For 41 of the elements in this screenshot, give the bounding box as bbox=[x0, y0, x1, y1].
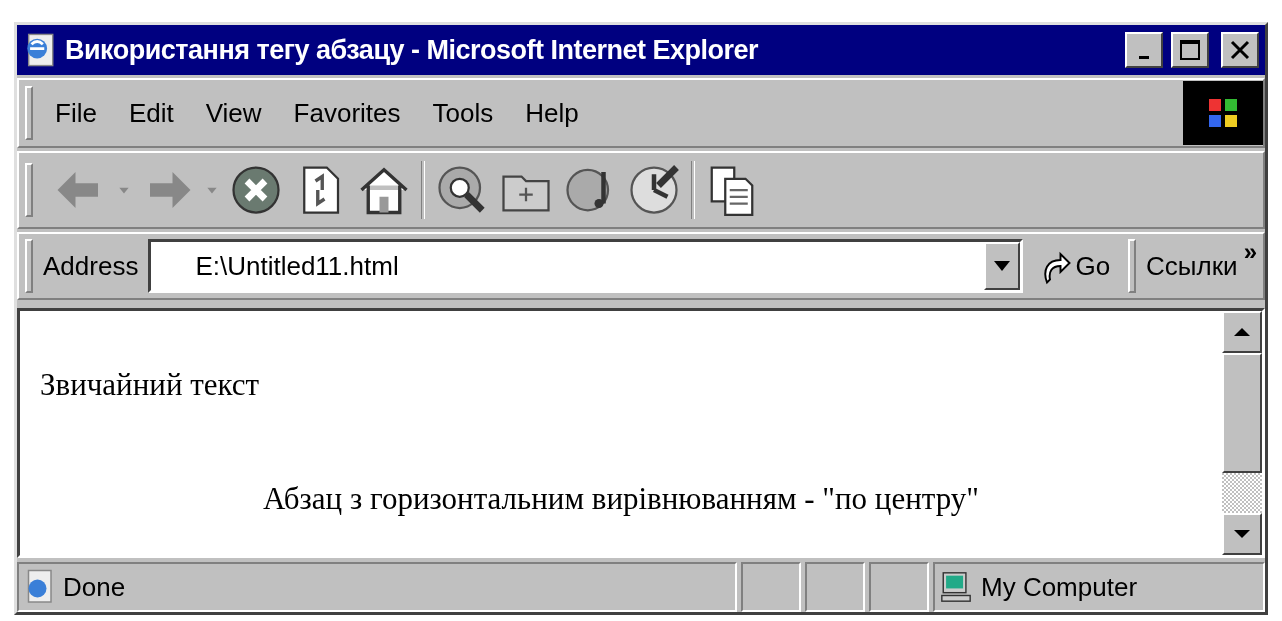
toolbar-grip[interactable] bbox=[25, 163, 33, 217]
scroll-down-button[interactable] bbox=[1222, 513, 1262, 555]
up-arrow-icon bbox=[1233, 327, 1251, 337]
links-button[interactable]: Ссылки bbox=[1146, 250, 1238, 282]
computer-icon bbox=[939, 570, 973, 604]
menu-item[interactable]: Help bbox=[513, 93, 591, 133]
menu-item[interactable]: View bbox=[193, 93, 274, 133]
close-icon bbox=[1228, 38, 1252, 62]
menu-item[interactable]: File bbox=[43, 93, 109, 133]
scroll-track[interactable] bbox=[1222, 473, 1262, 513]
minimize-icon bbox=[1139, 55, 1149, 59]
status-panel bbox=[869, 562, 929, 612]
toolbar-grip[interactable] bbox=[25, 86, 33, 140]
zone-text: My Computer bbox=[981, 571, 1138, 603]
status-panel bbox=[741, 562, 801, 612]
scroll-up-button[interactable] bbox=[1222, 311, 1262, 353]
toolbar-grip[interactable] bbox=[1128, 239, 1137, 293]
status-panel bbox=[805, 562, 865, 612]
window-title: Використання тегу абзацу - Microsoft Internet Explorer bbox=[65, 34, 760, 66]
dropdown-button[interactable] bbox=[984, 242, 1021, 290]
address-label: Address bbox=[43, 250, 139, 282]
clock-icon[interactable] bbox=[627, 163, 681, 217]
scrollbar[interactable] bbox=[1222, 311, 1262, 555]
go-button[interactable]: Go bbox=[1023, 246, 1129, 286]
close-button[interactable] bbox=[1221, 32, 1259, 68]
minimize-button[interactable] bbox=[1125, 32, 1163, 68]
toolbar-grip[interactable] bbox=[25, 239, 33, 293]
paragraph: Абзац з горизонтальним вирівнюванням - "по центру" bbox=[262, 481, 980, 517]
caret-icon bbox=[993, 260, 1012, 272]
maximize-button[interactable] bbox=[1171, 32, 1209, 68]
maximize-icon bbox=[1178, 38, 1202, 62]
menu-item[interactable]: Tools bbox=[420, 93, 506, 133]
menu-item[interactable]: Edit bbox=[116, 93, 186, 133]
down-arrow-icon bbox=[1233, 529, 1251, 539]
address-field[interactable]: E:\Untitled11.html bbox=[148, 239, 1024, 293]
scroll-thumb[interactable] bbox=[1222, 353, 1262, 473]
stop-icon[interactable] bbox=[229, 163, 283, 217]
paragraph: Звичайний текст bbox=[40, 367, 261, 403]
more-chevron[interactable]: » bbox=[1243, 238, 1257, 266]
menu-item[interactable]: Favorites bbox=[281, 93, 413, 133]
status-text: Done bbox=[63, 571, 126, 603]
